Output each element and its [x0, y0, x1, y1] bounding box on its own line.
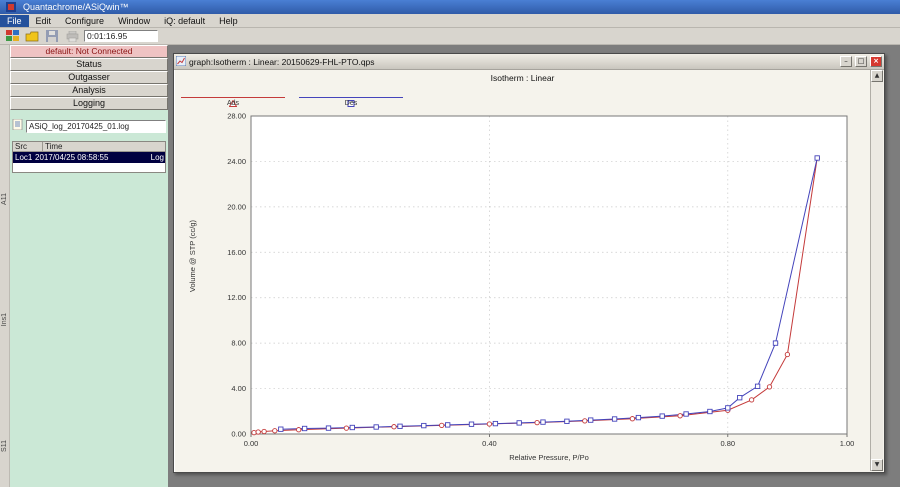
scroll-up-icon[interactable]: ▲ — [871, 70, 883, 82]
menu-bar: File Edit Configure Window iQ: default H… — [0, 14, 900, 28]
menu-configure[interactable]: Configure — [58, 15, 111, 27]
minimize-button[interactable]: – — [840, 56, 852, 67]
application-window: Quantachrome/ASiQwin™ File Edit Configur… — [0, 0, 900, 487]
graph-window-content: Isotherm : Linear Ads Des Volume @ STP (c… — [175, 70, 870, 471]
log-file-icon — [12, 117, 23, 135]
row-tag: Log — [150, 153, 164, 162]
log-file-name-field[interactable]: ASiQ_log_20170425_01.log — [26, 119, 166, 133]
menu-help[interactable]: Help — [212, 15, 245, 27]
close-button[interactable]: × — [870, 56, 882, 67]
graph-window-icon — [175, 55, 187, 68]
row-time: 2017/04/25 08:58:55 — [35, 153, 109, 162]
y-axis-label: Volume @ STP (cc/g) — [188, 220, 197, 293]
vertical-tab-3[interactable]: S11 — [1, 440, 8, 452]
column-header-src[interactable]: Src — [13, 142, 43, 152]
chart-title: Isotherm : Linear — [490, 73, 555, 83]
legend-item-des[interactable]: Des — [299, 92, 403, 109]
vertical-tab-2[interactable]: Ins1 — [1, 313, 8, 326]
svg-text:0.80: 0.80 — [720, 439, 735, 448]
svg-text:8.00: 8.00 — [231, 339, 246, 348]
svg-text:12.00: 12.00 — [227, 293, 246, 302]
menu-window[interactable]: Window — [111, 15, 157, 27]
vertical-scrollbar[interactable]: ▲ ▼ — [870, 70, 883, 471]
svg-text:4.00: 4.00 — [231, 384, 246, 393]
print-icon[interactable] — [64, 30, 80, 43]
analysis-button[interactable]: Analysis — [10, 84, 168, 97]
graph-window-title: graph:Isotherm : Linear: 20150629-FHL-PT… — [189, 56, 375, 67]
svg-text:0.00: 0.00 — [244, 439, 259, 448]
menu-iq-default[interactable]: iQ: default — [157, 15, 212, 27]
logging-button[interactable]: Logging — [10, 97, 168, 110]
open-folder-icon[interactable] — [24, 30, 40, 43]
save-icon[interactable] — [44, 30, 60, 43]
app-grid-icon[interactable] — [4, 30, 20, 43]
toolbar: 0:01:16.95 — [0, 28, 900, 45]
mdi-desktop: graph:Isotherm : Linear: 20150629-FHL-PT… — [168, 45, 900, 487]
log-table-header: Src Time — [13, 142, 165, 152]
timer-field[interactable]: 0:01:16.95 — [84, 30, 158, 42]
app-icon — [3, 1, 19, 14]
title-bar[interactable]: Quantachrome/ASiQwin™ — [0, 0, 900, 14]
graph-window-title-bar[interactable]: graph:Isotherm : Linear: 20150629-FHL-PT… — [174, 54, 884, 70]
table-row[interactable]: Loc1 2017/04/25 08:58:55 Log — [13, 152, 165, 163]
isotherm-chart: 0.00 4.00 8.00 12.00 16.00 20.00 24.00 28.00 0.0… — [227, 112, 855, 449]
legend-label: Ads — [226, 100, 240, 107]
connection-status-button[interactable]: default: Not Connected — [10, 45, 168, 58]
svg-text:0.40: 0.40 — [482, 439, 497, 448]
chart-legend: Ads Des — [181, 92, 403, 109]
vertical-tab-strip: A11 Ins1 S11 — [0, 45, 10, 487]
svg-text:28.00: 28.00 — [227, 112, 246, 121]
graph-window: graph:Isotherm : Linear: 20150629-FHL-PT… — [173, 53, 885, 473]
log-table: Src Time Loc1 2017/04/25 08:58:55 Log — [12, 141, 166, 173]
maximize-button[interactable]: □ — [855, 56, 867, 67]
outgasser-button[interactable]: Outgasser — [10, 71, 168, 84]
sidebar: default: Not Connected Status Outgasser … — [10, 45, 168, 487]
svg-text:1.00: 1.00 — [840, 439, 855, 448]
svg-text:24.00: 24.00 — [227, 157, 246, 166]
log-file-row: ASiQ_log_20170425_01.log — [12, 117, 166, 135]
legend-item-ads[interactable]: Ads — [181, 92, 285, 109]
svg-text:0.00: 0.00 — [231, 430, 246, 439]
column-header-time[interactable]: Time — [43, 142, 165, 152]
status-button[interactable]: Status — [10, 58, 168, 71]
x-axis-label: Relative Pressure, P/Po — [509, 453, 589, 462]
menu-file[interactable]: File — [0, 14, 29, 27]
row-src: Loc1 — [15, 153, 33, 162]
legend-label: Des — [344, 100, 358, 107]
vertical-tab-1[interactable]: A11 — [1, 193, 8, 205]
svg-text:16.00: 16.00 — [227, 248, 246, 257]
window-title: Quantachrome/ASiQwin™ — [23, 2, 129, 12]
log-table-empty-area — [13, 163, 165, 172]
svg-text:20.00: 20.00 — [227, 202, 246, 211]
scroll-down-icon[interactable]: ▼ — [871, 459, 883, 471]
menu-edit[interactable]: Edit — [29, 15, 59, 27]
